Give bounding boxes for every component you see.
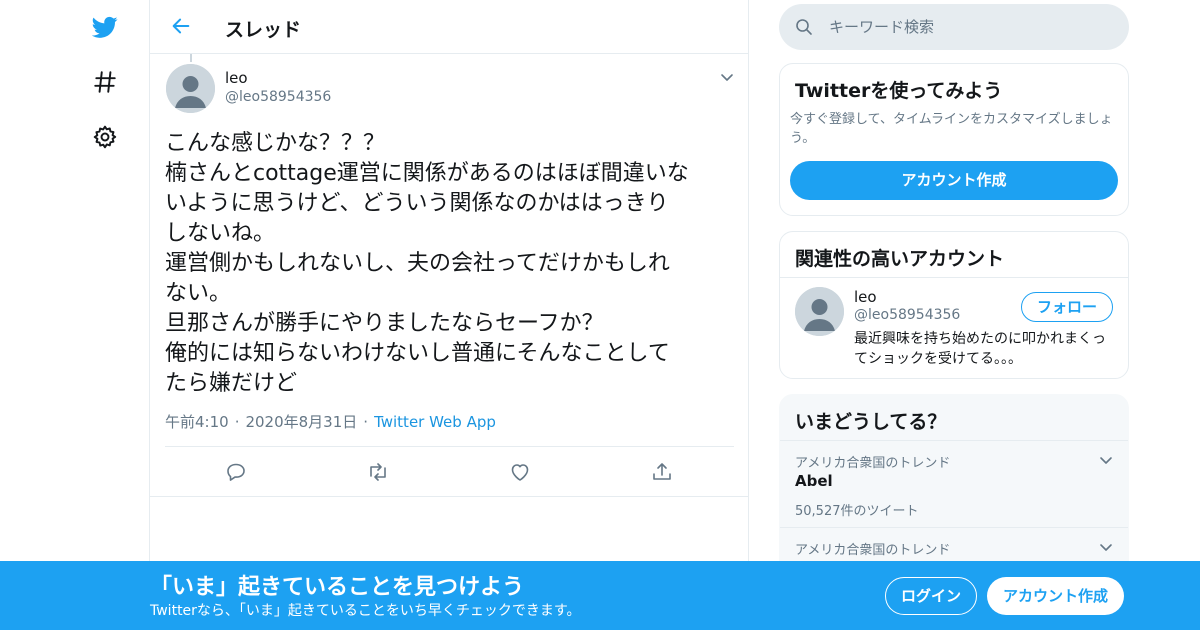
tweet-text-line: こんな感じかな？？？ xyxy=(165,131,386,156)
divider xyxy=(165,446,734,447)
author-handle[interactable]: @leo58954356 xyxy=(225,89,331,105)
related-account-handle[interactable]: @leo58954356 xyxy=(854,307,960,323)
tweet-text-line: ない。 xyxy=(165,281,232,306)
banner-create-account-button[interactable]: アカウント作成 xyxy=(987,577,1124,615)
chevron-down-icon[interactable] xyxy=(1097,451,1115,469)
back-arrow-icon[interactable] xyxy=(168,13,194,39)
page: スレッド leo @leo58954356 こんな感じかな？？？ 楠さんとcot… xyxy=(0,0,1200,630)
divider xyxy=(150,496,749,497)
divider xyxy=(780,277,1128,278)
banner-subtitle: Twitterなら、「いま」起きていることをいち早くチェックできます。 xyxy=(150,603,581,619)
tweet-time[interactable]: 午前4:10 xyxy=(165,413,229,431)
trend-context: アメリカ合衆国のトレンド xyxy=(795,456,951,471)
follow-button[interactable]: フォロー xyxy=(1021,292,1113,322)
related-account-name[interactable]: leo xyxy=(854,288,877,306)
thread-connector-line xyxy=(190,54,192,62)
page-header: スレッド xyxy=(150,0,749,54)
trends-card-title: いまどうしてる？ xyxy=(795,411,947,433)
trend-count: 50,527件のツイート xyxy=(795,504,919,519)
related-account-bio: 最近興味を持ち始めたのに叩かれまくってショックを受けてる。。。 xyxy=(854,331,1106,367)
left-nav xyxy=(80,0,130,630)
like-heart-icon[interactable] xyxy=(508,460,532,484)
main-column: スレッド leo @leo58954356 こんな感じかな？？？ 楠さんとcot… xyxy=(149,0,749,630)
avatar[interactable] xyxy=(166,64,215,113)
gear-icon[interactable] xyxy=(90,122,120,152)
tweet-text-line: 旦那さんが勝手にやりましたならセーフか？ xyxy=(165,311,604,336)
chevron-down-icon[interactable] xyxy=(718,68,736,86)
search-icon xyxy=(796,19,812,35)
tweet-text-line: 運営側かもしれないし、夫の会社ってだけかもしれ xyxy=(165,251,670,276)
retweet-icon[interactable] xyxy=(366,460,390,484)
tweet-source-link[interactable]: Twitter Web App xyxy=(374,413,496,431)
tweet-meta: 午前4:10 · 2020年8月31日 · Twitter Web App xyxy=(165,411,496,432)
tweet-text-line: 俺的には知らないわけないし普通にそんなことして xyxy=(165,341,670,366)
banner-title: 「いま」起きていることを見つけよう xyxy=(150,575,525,600)
meta-separator: · xyxy=(234,413,240,431)
signup-banner: 「いま」起きていることを見つけよう Twitterなら、「いま」起きていることを… xyxy=(0,561,1200,630)
tweet-text-line: 楠さんとcottage運営に関係があるのはほぼ間違いな xyxy=(165,161,689,186)
avatar[interactable] xyxy=(795,287,844,336)
twitter-logo-icon[interactable] xyxy=(90,12,120,42)
search-box[interactable] xyxy=(779,4,1129,50)
chevron-down-icon[interactable] xyxy=(1097,538,1115,556)
hashtag-icon[interactable] xyxy=(90,67,120,97)
related-accounts-card: 関連性の高いアカウント leo @leo58954356 フォロー 最近興味を持… xyxy=(779,231,1129,379)
trend-context: アメリカ合衆国のトレンド xyxy=(795,543,951,558)
signup-card-title: Twitterを使ってみよう xyxy=(795,80,1003,102)
reply-icon[interactable] xyxy=(224,460,248,484)
tweet-text: こんな感じかな？？？ 楠さんとcottage運営に関係があるのはほぼ間違いな い… xyxy=(165,129,725,399)
tweet-actions xyxy=(150,456,749,488)
meta-separator: · xyxy=(363,413,369,431)
tweet-text-line: いように思うけど、どういう関係なのかははっきり xyxy=(165,191,669,216)
login-button[interactable]: ログイン xyxy=(885,577,977,615)
share-icon[interactable] xyxy=(650,460,674,484)
signup-card-description: 今すぐ登録して、タイムラインをカスタマイズしましょう。 xyxy=(790,112,1113,146)
trend-name[interactable]: Abel xyxy=(795,472,833,490)
create-account-button[interactable]: アカウント作成 xyxy=(790,161,1118,200)
signup-card: Twitterを使ってみよう 今すぐ登録して、タイムラインをカスタマイズしましょ… xyxy=(779,63,1129,216)
related-card-title: 関連性の高いアカウント xyxy=(795,248,1005,270)
trend-item[interactable]: アメリカ合衆国のトレンド Abel 50,527件のツイート xyxy=(780,440,1128,527)
tweet-text-line: たら嫌だけど xyxy=(165,371,298,396)
search-input[interactable] xyxy=(829,16,1109,38)
page-title: スレッド xyxy=(225,19,302,41)
tweet-text-line: しないね。 xyxy=(165,221,276,246)
tweet-date[interactable]: 2020年8月31日 xyxy=(245,413,357,431)
author-name[interactable]: leo xyxy=(225,69,248,87)
